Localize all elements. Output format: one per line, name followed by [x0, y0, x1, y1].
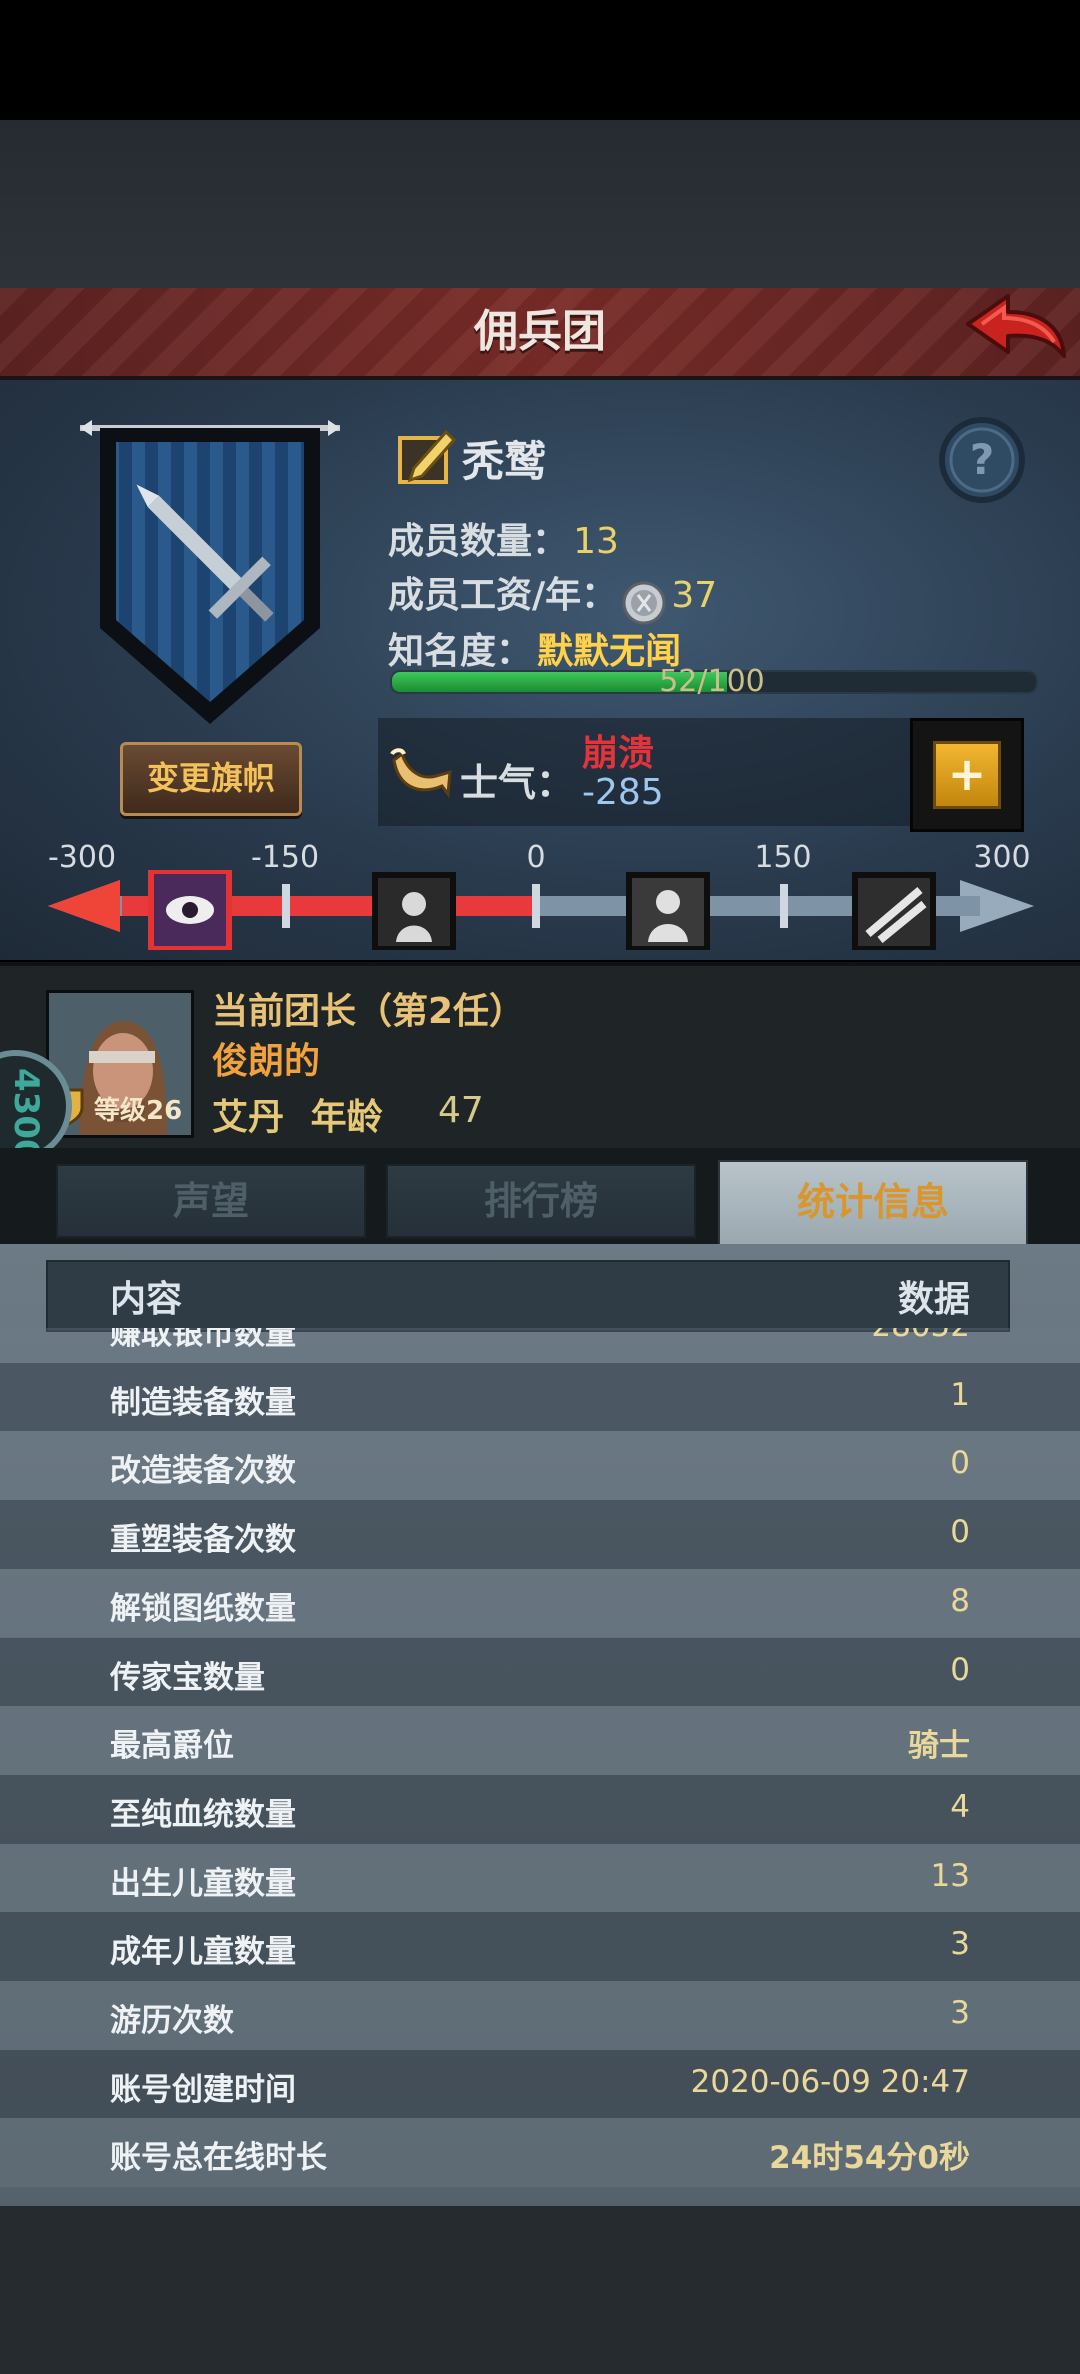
table-row: 制造装备数量 1 — [0, 1362, 1080, 1432]
captain-title: 当前团长（第2任） — [212, 991, 526, 1032]
salary-value: 37 — [671, 575, 718, 616]
guild-banner[interactable] — [80, 418, 340, 738]
row-label: 传家宝数量 — [110, 1659, 265, 1696]
table-row: 最高爵位 骑士 — [0, 1706, 1080, 1775]
morale-state: 崩溃 — [582, 733, 655, 774]
row-label: 最高爵位 — [110, 1728, 234, 1765]
row-label: 成年儿童数量 — [110, 1934, 296, 1971]
table-row: 改造装备次数 0 — [0, 1431, 1080, 1501]
row-value: 3 — [950, 1995, 970, 2031]
status-area — [0, 0, 1080, 120]
horn-icon — [390, 748, 452, 799]
morale-calm-icon[interactable] — [626, 872, 710, 950]
row-label: 至纯血统数量 — [110, 1796, 296, 1833]
row-label: 改造装备次数 — [110, 1453, 296, 1490]
captain-name-row: 艾丹 年龄 — [212, 1088, 383, 1140]
row-value: 4 — [950, 1788, 970, 1825]
row-label: 解锁图纸数量 — [110, 1590, 296, 1627]
row-value: 24时54分0秒 — [769, 2140, 970, 2177]
morale-collapse-icon[interactable] — [148, 870, 232, 950]
members-value: 13 — [573, 521, 619, 562]
page-title: 佣兵团 — [474, 306, 606, 357]
row-label: 游历次数 — [110, 2003, 234, 2039]
morale-label: 士气： — [460, 761, 575, 805]
table-row: 至纯血统数量 4 — [0, 1774, 1080, 1844]
morale-scale-track — [48, 870, 1034, 950]
statistics-rows[interactable]: 赚取银币数量 28052 制造装备数量 1 改造装备次数 0 重塑装备次数 0 解锁图纸… — [0, 1328, 1080, 2206]
captain-age: 47 — [438, 1090, 484, 1131]
plus-icon: + — [933, 741, 1001, 809]
add-morale-button[interactable]: + — [910, 718, 1024, 832]
help-icon[interactable]: ? — [938, 416, 1026, 504]
row-label: 账号总在线时长 — [110, 2140, 327, 2177]
row-label: 账号创建时间 — [110, 2071, 296, 2108]
header-data-label: 数据 — [897, 1279, 970, 1320]
row-value: 0 — [950, 1651, 970, 1688]
row-value: 0 — [950, 1514, 970, 1551]
row-label: 制造装备数量 — [110, 1384, 296, 1421]
table-row: 传家宝数量 0 — [0, 1637, 1080, 1707]
members-label: 成员数量： — [388, 521, 569, 562]
row-value: 2020-06-09 20:47 — [690, 2063, 970, 2100]
row-value: 28052 — [871, 1328, 970, 1344]
svg-text:?: ? — [970, 435, 994, 484]
table-row: 赚取银币数量 28052 — [0, 1328, 1080, 1363]
row-value: 8 — [950, 1582, 970, 1619]
table-row: 账号总在线时长 24时54分0秒 — [0, 2118, 1080, 2188]
row-value: 骑士 — [908, 1728, 970, 1765]
captain-age-label: 年龄 — [310, 1097, 383, 1138]
morale-despair-icon[interactable] — [372, 872, 456, 950]
tab-leaderboard[interactable]: 排行榜 — [386, 1164, 696, 1238]
table-row: 解锁图纸数量 8 — [0, 1568, 1080, 1638]
silver-coin-icon — [622, 581, 666, 624]
captain-name: 艾丹 — [212, 1097, 285, 1138]
table-row: 成年儿童数量 3 — [0, 1912, 1080, 1981]
row-value: 1 — [950, 1376, 970, 1413]
bottom-background — [0, 2206, 1080, 2374]
row-value: 0 — [950, 1445, 970, 1482]
change-flag-button[interactable]: 变更旗帜 — [120, 742, 302, 816]
row-label: 赚取银币数量 — [110, 1328, 296, 1352]
captain-level-text: 等级26 — [94, 1096, 183, 1126]
tab-reputation[interactable]: 声望 — [56, 1164, 366, 1238]
morale-scale: -300 -150 0 150 300 — [0, 840, 1080, 950]
upper-background — [0, 120, 1080, 288]
table-row: 出生儿童数量 13 — [0, 1843, 1080, 1913]
morale-inspired-icon[interactable] — [852, 872, 936, 950]
captain-trait: 俊朗的 — [212, 1041, 321, 1082]
header-content-label: 内容 — [110, 1279, 183, 1320]
salary-row: 成员工资/年： 37 — [388, 566, 717, 625]
morale-value: -285 — [582, 772, 664, 813]
guild-name: 秃鹫 — [462, 437, 547, 486]
fame-progress-text: 52/100 — [659, 664, 765, 699]
back-arrow-icon[interactable] — [960, 290, 1070, 370]
edit-name-icon[interactable] — [396, 424, 458, 486]
row-label: 出生儿童数量 — [110, 1865, 296, 1902]
tab-statistics[interactable]: 统计信息 — [718, 1160, 1028, 1248]
row-value: 13 — [930, 1857, 970, 1894]
table-row: 重塑装备次数 0 — [0, 1500, 1080, 1569]
table-header — [46, 1260, 1010, 1332]
table-row: 游历次数 3 — [0, 1981, 1080, 2050]
salary-label: 成员工资/年： — [388, 575, 618, 616]
row-value: 3 — [950, 1926, 970, 1963]
table-row: 账号创建时间 2020-06-09 20:47 — [0, 2049, 1080, 2119]
members-row: 成员数量： 13 — [388, 512, 619, 564]
row-label: 重塑装备次数 — [110, 1522, 296, 1559]
